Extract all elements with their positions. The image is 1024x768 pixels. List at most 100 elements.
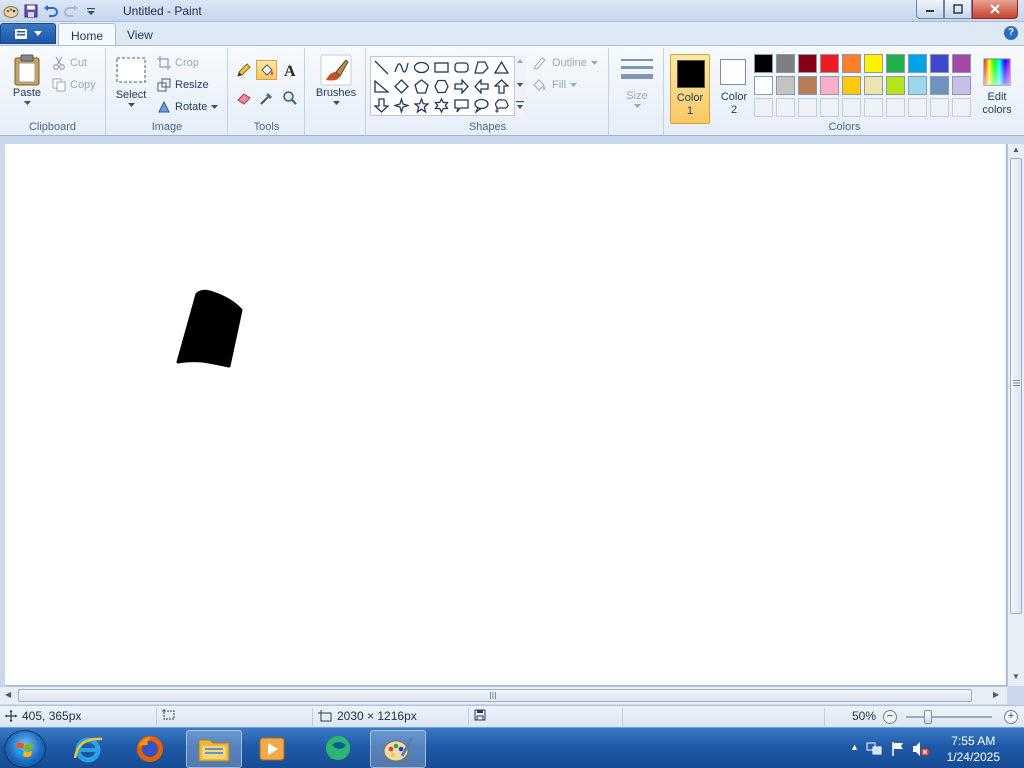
right-triangle-shape-icon[interactable]	[372, 77, 391, 96]
close-button[interactable]	[972, 0, 1018, 19]
pentagon-shape-icon[interactable]	[412, 77, 431, 96]
scroll-up-arrow-icon[interactable]: ▲	[1012, 145, 1020, 154]
pencil-tool[interactable]	[233, 60, 254, 80]
undo-icon[interactable]	[42, 2, 60, 20]
horizontal-scroll-thumb[interactable]	[18, 689, 972, 702]
palette-color-swatch[interactable]	[754, 54, 773, 73]
line-shape-icon[interactable]	[372, 58, 391, 77]
custom-color-slot[interactable]	[908, 98, 927, 117]
select-button[interactable]: Select	[113, 56, 149, 108]
rect-callout-shape-icon[interactable]	[452, 96, 471, 115]
action-center-flag-icon[interactable]	[890, 741, 906, 757]
custom-color-slot[interactable]	[798, 98, 817, 117]
custom-color-slot[interactable]	[820, 98, 839, 117]
taskbar-media-player[interactable]	[244, 730, 300, 768]
edit-colors-button[interactable]: Edit colors	[975, 54, 1019, 124]
zoom-slider-thumb[interactable]	[924, 710, 932, 724]
left-arrow-shape-icon[interactable]	[472, 77, 491, 96]
palette-color-swatch[interactable]	[886, 54, 905, 73]
help-icon[interactable]: ?	[1004, 26, 1018, 40]
copy-button[interactable]: Copy	[52, 78, 96, 92]
curve-shape-icon[interactable]	[392, 58, 411, 77]
custom-color-slot[interactable]	[776, 98, 795, 117]
vertical-scroll-thumb[interactable]	[1010, 158, 1022, 614]
network-icon[interactable]	[866, 741, 882, 757]
custom-color-slot[interactable]	[930, 98, 949, 117]
brushes-button[interactable]: Brushes	[314, 54, 358, 106]
diamond-shape-icon[interactable]	[392, 77, 411, 96]
paste-button[interactable]: Paste	[8, 54, 46, 106]
five-point-star-shape-icon[interactable]	[412, 96, 431, 115]
volume-muted-icon[interactable]	[912, 741, 930, 757]
palette-color-swatch[interactable]	[908, 54, 927, 73]
crop-button[interactable]: Crop	[157, 56, 199, 70]
palette-color-swatch[interactable]	[776, 54, 795, 73]
horizontal-scrollbar[interactable]: ◀ ▶	[0, 686, 1007, 704]
palette-color-swatch[interactable]	[776, 76, 795, 95]
fill-tool[interactable]	[256, 60, 277, 80]
fill-button[interactable]: Fill	[532, 78, 578, 92]
size-button[interactable]: Size	[618, 56, 656, 109]
scroll-down-arrow-icon[interactable]: ▼	[1012, 672, 1020, 681]
vertical-scrollbar[interactable]: ▲ ▼	[1007, 144, 1024, 686]
right-arrow-shape-icon[interactable]	[452, 77, 471, 96]
cut-button[interactable]: Cut	[52, 56, 87, 70]
oval-shape-icon[interactable]	[412, 58, 431, 77]
color2-button[interactable]: Color 2	[714, 54, 754, 124]
palette-color-swatch[interactable]	[930, 54, 949, 73]
up-arrow-shape-icon[interactable]	[492, 77, 511, 96]
taskbar-internet-explorer[interactable]	[60, 730, 116, 768]
custom-color-slot[interactable]	[864, 98, 883, 117]
zoom-out-button[interactable]: −	[883, 710, 897, 724]
palette-color-swatch[interactable]	[842, 76, 861, 95]
palette-color-swatch[interactable]	[886, 76, 905, 95]
palette-color-swatch[interactable]	[930, 76, 949, 95]
palette-color-swatch[interactable]	[798, 76, 817, 95]
custom-color-slot[interactable]	[952, 98, 971, 117]
taskbar-file-explorer[interactable]	[186, 730, 242, 768]
maximize-button[interactable]	[944, 0, 972, 19]
customize-qat-dropdown-icon[interactable]	[82, 2, 100, 20]
palette-color-swatch[interactable]	[754, 76, 773, 95]
color-picker-tool[interactable]	[256, 88, 277, 108]
palette-color-swatch[interactable]	[820, 76, 839, 95]
magnifier-tool[interactable]	[279, 88, 300, 108]
four-point-star-shape-icon[interactable]	[392, 96, 411, 115]
palette-color-swatch[interactable]	[864, 76, 883, 95]
palette-color-swatch[interactable]	[908, 76, 927, 95]
text-tool[interactable]: A	[279, 60, 300, 80]
rectangle-shape-icon[interactable]	[432, 58, 451, 77]
cloud-callout-shape-icon[interactable]	[492, 96, 511, 115]
scroll-left-arrow-icon[interactable]: ◀	[5, 690, 11, 699]
oval-callout-shape-icon[interactable]	[472, 96, 491, 115]
triangle-shape-icon[interactable]	[492, 58, 511, 77]
save-icon[interactable]	[22, 2, 40, 20]
paint-menu-button[interactable]	[0, 23, 56, 44]
hexagon-shape-icon[interactable]	[432, 77, 451, 96]
rotate-button[interactable]: Rotate	[157, 100, 219, 114]
palette-color-swatch[interactable]	[798, 54, 817, 73]
outline-button[interactable]: Outline	[532, 56, 598, 70]
eraser-tool[interactable]	[233, 88, 254, 108]
show-hidden-icons[interactable]: ▲	[850, 742, 859, 752]
custom-color-slot[interactable]	[842, 98, 861, 117]
shapes-scroll[interactable]	[514, 56, 526, 116]
zoom-in-button[interactable]: +	[1004, 710, 1018, 724]
start-button[interactable]	[4, 730, 46, 768]
zoom-slider[interactable]	[906, 716, 992, 718]
paint-app-icon[interactable]	[2, 2, 20, 20]
clock[interactable]: 7:55 AM 1/24/2025	[947, 733, 1000, 765]
palette-color-swatch[interactable]	[952, 54, 971, 73]
minimize-button[interactable]	[916, 0, 944, 19]
six-point-star-shape-icon[interactable]	[432, 96, 451, 115]
tab-view[interactable]: View	[115, 23, 165, 46]
taskbar-paint[interactable]	[370, 730, 426, 768]
palette-color-swatch[interactable]	[842, 54, 861, 73]
palette-color-swatch[interactable]	[952, 76, 971, 95]
color1-button[interactable]: Color 1	[670, 54, 710, 124]
drawing-canvas[interactable]	[5, 144, 1007, 686]
down-arrow-shape-icon[interactable]	[372, 96, 391, 115]
taskbar-firefox[interactable]	[122, 730, 178, 768]
custom-color-slot[interactable]	[754, 98, 773, 117]
redo-icon[interactable]	[62, 2, 80, 20]
